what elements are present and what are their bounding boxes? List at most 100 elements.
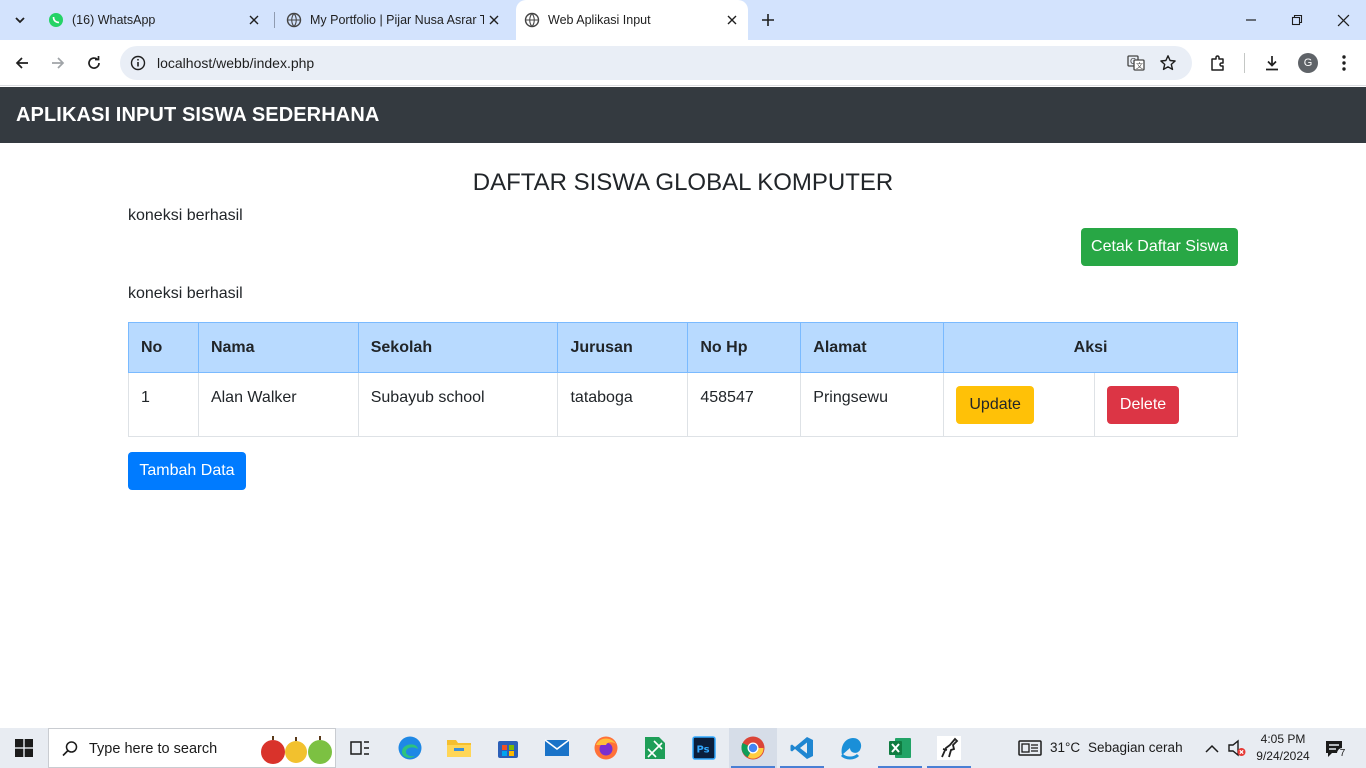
add-data-button[interactable]: Tambah Data bbox=[128, 452, 246, 490]
tab-title: (16) WhatsApp bbox=[72, 13, 156, 27]
cell-nama: Alan Walker bbox=[197, 372, 359, 437]
connection-message: koneksi berhasil bbox=[128, 285, 243, 302]
show-hidden-icons-button[interactable] bbox=[1205, 741, 1219, 759]
volume-muted-icon bbox=[1228, 739, 1246, 757]
cell-alamat: Pringsewu bbox=[800, 372, 945, 437]
clock-time: 4:05 PM bbox=[1260, 732, 1306, 746]
tab-web-aplikasi-input[interactable]: Web Aplikasi Input bbox=[516, 0, 748, 40]
delete-button[interactable]: Delete bbox=[1107, 385, 1180, 424]
restore-button[interactable] bbox=[1274, 0, 1320, 40]
page-title: DAFTAR SISWA GLOBAL KOMPUTER bbox=[472, 169, 894, 196]
close-icon bbox=[727, 15, 737, 25]
browser-toolbar: localhost/webb/index.php G文 G bbox=[0, 40, 1366, 86]
cell-no: 1 bbox=[128, 372, 199, 437]
minimize-button[interactable] bbox=[1228, 0, 1274, 40]
tab-portfolio[interactable]: My Portfolio | Pijar Nusa Asrar T bbox=[278, 0, 510, 40]
chrome-icon bbox=[741, 736, 765, 760]
weather-temperature[interactable]: 31°C bbox=[1050, 740, 1080, 755]
back-button[interactable] bbox=[8, 49, 36, 77]
navbar-brand[interactable]: APLIKASI INPUT SISWA SEDERHANA bbox=[16, 104, 379, 127]
tab-whatsapp[interactable]: (16) WhatsApp bbox=[40, 0, 270, 40]
taskbar-excel[interactable] bbox=[876, 728, 924, 768]
taskbar-store[interactable] bbox=[484, 728, 532, 768]
whatsapp-icon bbox=[49, 13, 63, 27]
cell-jurusan: tataboga bbox=[557, 372, 689, 437]
folder-icon bbox=[447, 740, 471, 757]
translate-button[interactable]: G文 bbox=[1126, 53, 1146, 73]
student-table: No Nama Sekolah Jurusan No Hp Alamat Aks… bbox=[128, 322, 1238, 437]
star-icon bbox=[1160, 55, 1176, 71]
close-icon bbox=[489, 15, 499, 25]
tab-search-button[interactable] bbox=[7, 8, 33, 32]
taskbar-edge[interactable] bbox=[386, 728, 434, 768]
more-vert-icon bbox=[1342, 55, 1346, 71]
spreadsheet-icon bbox=[645, 737, 665, 759]
connection-message: koneksi berhasil bbox=[128, 207, 243, 224]
reload-button[interactable] bbox=[80, 49, 108, 77]
column-header-nohp: No Hp bbox=[687, 322, 802, 373]
taskbar-app-blue[interactable] bbox=[827, 728, 875, 768]
close-icon bbox=[1337, 14, 1349, 26]
reload-icon bbox=[88, 56, 100, 69]
clock-date: 9/24/2024 bbox=[1256, 749, 1310, 763]
print-list-button[interactable]: Cetak Daftar Siswa bbox=[1081, 228, 1238, 266]
profile-avatar[interactable]: G bbox=[1298, 53, 1318, 73]
url-text: localhost/webb/index.php bbox=[157, 55, 315, 71]
browser-menu-button[interactable] bbox=[1333, 52, 1355, 74]
edge-icon bbox=[398, 736, 422, 760]
vscode-icon bbox=[790, 737, 813, 759]
tab-separator bbox=[274, 12, 275, 28]
translate-icon: G文 bbox=[1127, 55, 1145, 71]
new-tab-button[interactable] bbox=[756, 8, 780, 32]
clock[interactable]: 4:05 PM 9/24/2024 bbox=[1248, 731, 1318, 765]
taskbar-firefox[interactable] bbox=[582, 728, 630, 768]
taskbar-app-dino[interactable] bbox=[925, 728, 973, 768]
address-bar[interactable]: localhost/webb/index.php G文 bbox=[120, 46, 1192, 80]
info-icon bbox=[130, 55, 146, 71]
globe-icon bbox=[524, 12, 540, 28]
column-header-no: No bbox=[128, 322, 199, 373]
site-info-button[interactable] bbox=[128, 53, 148, 73]
extensions-button[interactable] bbox=[1207, 52, 1229, 74]
close-tab-button[interactable] bbox=[484, 10, 504, 30]
mail-icon bbox=[544, 739, 570, 756]
cell-sekolah: Subayub school bbox=[357, 372, 559, 437]
task-view-button[interactable] bbox=[336, 728, 384, 768]
arrow-left-icon bbox=[15, 57, 28, 69]
taskbar-chrome[interactable] bbox=[729, 728, 777, 768]
taskbar-file-explorer[interactable] bbox=[435, 728, 483, 768]
update-button[interactable]: Update bbox=[956, 385, 1035, 424]
cell-delete: Delete bbox=[1094, 372, 1238, 437]
search-icon bbox=[62, 741, 78, 757]
column-header-sekolah: Sekolah bbox=[357, 322, 559, 373]
close-tab-button[interactable] bbox=[244, 10, 264, 30]
close-tab-button[interactable] bbox=[722, 10, 742, 30]
download-icon bbox=[1266, 56, 1278, 71]
windows-logo-icon bbox=[15, 739, 33, 757]
weather-description[interactable]: Sebagian cerah bbox=[1088, 740, 1183, 755]
start-button[interactable] bbox=[0, 728, 48, 768]
chevron-down-icon bbox=[15, 17, 25, 24]
close-window-button[interactable] bbox=[1320, 0, 1366, 40]
column-header-alamat: Alamat bbox=[800, 322, 945, 373]
taskbar-search[interactable]: Type here to search bbox=[48, 728, 336, 768]
notification-count: 7 bbox=[1337, 748, 1348, 760]
taskbar-vscode[interactable] bbox=[778, 728, 826, 768]
taskbar: Type here to search Ps 31°C Sebagian cer… bbox=[0, 728, 1366, 768]
weather-icon[interactable] bbox=[1018, 739, 1042, 762]
table-row: 1 Alan Walker Subayub school tataboga 45… bbox=[128, 372, 1238, 437]
column-header-aksi: Aksi bbox=[943, 322, 1238, 373]
volume-button[interactable] bbox=[1227, 739, 1247, 762]
taskbar-photoshop[interactable]: Ps bbox=[680, 728, 728, 768]
tab-title: My Portfolio | Pijar Nusa Asrar T bbox=[310, 13, 484, 27]
svg-text:文: 文 bbox=[1136, 61, 1143, 70]
taskbar-mail[interactable] bbox=[533, 728, 581, 768]
task-view-icon bbox=[350, 741, 369, 755]
notification-center-button[interactable]: 7 bbox=[1324, 738, 1348, 760]
bookmark-button[interactable] bbox=[1158, 53, 1178, 73]
taskbar-sheets[interactable] bbox=[631, 728, 679, 768]
chevron-up-icon bbox=[1205, 744, 1219, 753]
downloads-button[interactable] bbox=[1261, 52, 1283, 74]
minimize-icon bbox=[1246, 19, 1256, 21]
forward-button[interactable] bbox=[44, 49, 72, 77]
